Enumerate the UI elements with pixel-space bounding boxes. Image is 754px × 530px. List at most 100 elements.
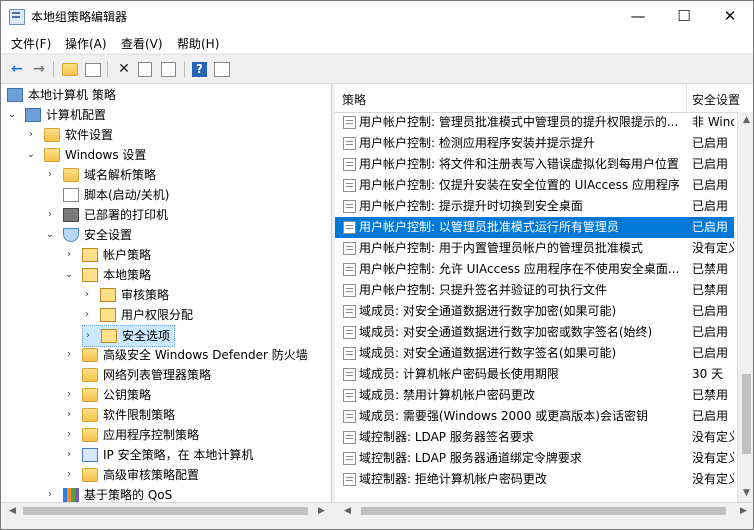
tree-node-defender-firewall[interactable]: › 高级安全 Windows Defender 防火墙 — [64, 345, 324, 365]
setting-column-header[interactable]: 安全设置 — [692, 91, 740, 108]
scroll-left-icon[interactable]: ◀ — [339, 503, 356, 520]
collapsed-caret-icon[interactable]: › — [64, 405, 74, 425]
collapsed-caret-icon[interactable]: › — [83, 326, 93, 346]
vertical-scroll-thumb[interactable] — [742, 374, 751, 454]
policy-row[interactable]: 用户帐户控制: 仅提升安装在安全位置的 UIAccess 应用程序 已启用 — [335, 175, 734, 196]
collapsed-caret-icon[interactable]: › — [45, 165, 55, 185]
scroll-right-icon[interactable]: ▶ — [313, 503, 330, 520]
folder-icon — [82, 468, 98, 482]
vertical-scrollbar[interactable]: ▲ ▼ — [737, 112, 753, 502]
policy-row[interactable]: 域成员: 计算机帐户密码最长使用期限 30 天 — [335, 364, 734, 385]
scroll-right-icon[interactable]: ▶ — [735, 503, 752, 520]
policy-column-header[interactable]: 策略 — [342, 91, 366, 108]
menu-action[interactable]: 操作(A) — [65, 35, 107, 52]
tree-node-software-restriction[interactable]: › 软件限制策略 — [64, 405, 324, 425]
collapsed-caret-icon[interactable]: › — [64, 465, 74, 485]
up-folder-icon[interactable] — [62, 63, 78, 76]
export-list-icon[interactable] — [161, 62, 176, 77]
scroll-down-icon[interactable]: ▼ — [738, 485, 753, 502]
show-hide-tree-icon[interactable] — [85, 63, 101, 77]
policy-row[interactable]: 用户帐户控制: 检测应用程序安装并提示提升 已启用 — [335, 133, 734, 154]
policy-row[interactable]: 域成员: 禁用计算机帐户密码更改 已禁用 — [335, 385, 734, 406]
tree-node-user-rights[interactable]: › 用户权限分配 — [82, 305, 322, 325]
policy-row[interactable]: 用户帐户控制: 将文件和注册表写入错误虚拟化到每用户位置 已启用 — [335, 154, 734, 175]
right-horizontal-scroll-thumb[interactable] — [361, 507, 726, 515]
console-tree[interactable]: 本地计算机 策略 ⌄ 计算机配置 › 软件设置 ⌄ Windows 设置 › 域… — [1, 84, 332, 502]
tree-node-ip-security[interactable]: › IP 安全策略，在 本地计算机 — [64, 445, 324, 465]
security-icon — [63, 228, 79, 242]
tree-node-advanced-audit[interactable]: › 高级审核策略配置 — [64, 465, 324, 485]
policy-row[interactable]: 用户帐户控制: 管理员批准模式中管理员的提升权限提示的...非 Windows — [335, 112, 734, 133]
expanded-caret-icon[interactable]: ⌄ — [7, 105, 17, 125]
column-divider[interactable] — [686, 84, 687, 112]
ip-security-icon — [82, 448, 98, 462]
collapsed-caret-icon[interactable]: › — [45, 485, 55, 502]
tree-node-security-settings[interactable]: ⌄ 安全设置 — [45, 225, 325, 245]
list-header: 策略 安全设置 — [335, 84, 753, 113]
tree-node-computer-config[interactable]: ⌄ 计算机配置 — [7, 105, 327, 125]
policy-list-pane[interactable]: 策略 安全设置 用户帐户控制: 管理员批准模式中管理员的提升权限提示的... 非 … — [335, 84, 753, 502]
policy-row[interactable]: 域成员: 对安全通道数据进行数字加密(如果可能) 已启用 — [335, 301, 734, 322]
toolbar-separator — [184, 61, 185, 77]
expanded-caret-icon[interactable]: ⌄ — [64, 265, 74, 285]
collapsed-caret-icon[interactable]: › — [26, 125, 36, 145]
minimize-button[interactable]: — — [615, 1, 661, 31]
tree-node-policy-qos[interactable]: › 基于策略的 QoS — [45, 485, 325, 502]
computer-icon — [7, 88, 23, 102]
left-horizontal-scroll-thumb[interactable] — [23, 507, 308, 515]
collapsed-caret-icon[interactable]: › — [64, 345, 74, 365]
policy-row[interactable]: 域成员: 对安全通道数据进行数字签名(如果可能) 已启用 — [335, 343, 734, 364]
collapsed-caret-icon[interactable]: › — [64, 425, 74, 445]
horizontal-scrollbar[interactable]: ◀ ▶ ◀ ▶ — [1, 502, 753, 520]
back-icon[interactable]: ← — [8, 60, 26, 78]
tree-node-security-options[interactable]: › 安全选项 — [82, 325, 175, 347]
tree-node-name-resolution-policy[interactable]: › 域名解析策略 — [45, 165, 325, 185]
console-tree-icon[interactable] — [214, 62, 230, 77]
maximize-button[interactable]: ☐ — [661, 1, 707, 31]
policy-row[interactable]: 用户帐户控制: 允许 UIAccess 应用程序在不使用安全桌面... 已禁用 — [335, 259, 734, 280]
policy-row[interactable]: 域控制器: LDAP 服务器签名要求没有定义 — [335, 427, 734, 448]
tree-node-app-control[interactable]: › 应用程序控制策略 — [64, 425, 324, 445]
collapsed-caret-icon[interactable]: › — [64, 245, 74, 265]
folder-icon — [44, 128, 60, 142]
collapsed-caret-icon[interactable]: › — [82, 305, 92, 325]
policy-row[interactable]: 用户帐户控制: 提示提升时切换到安全桌面 已启用 — [335, 196, 734, 217]
tree-node-audit-policy[interactable]: › 审核策略 — [82, 285, 322, 305]
delete-icon[interactable]: ✕ — [115, 60, 133, 78]
policy-row[interactable]: 域控制器: LDAP 服务器通道绑定令牌要求没有定义 — [335, 448, 734, 469]
close-button[interactable]: ✕ — [707, 1, 753, 31]
tree-node-software-settings[interactable]: › 软件设置 — [26, 125, 326, 145]
policy-row[interactable]: 用户帐户控制: 只提升签名并验证的可执行文件 已禁用 — [335, 280, 734, 301]
menu-view[interactable]: 查看(V) — [121, 35, 163, 52]
collapsed-caret-icon[interactable]: › — [64, 445, 74, 465]
scroll-left-icon[interactable]: ◀ — [4, 503, 21, 520]
help-icon[interactable]: ? — [192, 62, 207, 77]
tree-node-printers[interactable]: › 已部署的打印机 — [45, 205, 325, 225]
menu-help[interactable]: 帮助(H) — [177, 35, 219, 52]
tree-node-public-key-policies[interactable]: › 公钥策略 — [64, 385, 324, 405]
expanded-caret-icon[interactable]: ⌄ — [45, 225, 55, 245]
menu-file[interactable]: 文件(F) — [11, 35, 51, 52]
tree-node-network-list-policies[interactable]: 网络列表管理器策略 — [82, 365, 322, 385]
tree-node-local-policies[interactable]: ⌄ 本地策略 — [64, 265, 324, 285]
tree-node-local-policy[interactable]: 本地计算机 策略 — [7, 85, 327, 105]
expanded-caret-icon[interactable]: ⌄ — [26, 145, 36, 165]
collapsed-caret-icon[interactable]: › — [64, 385, 74, 405]
policy-row[interactable]: 域成员: 对安全通道数据进行数字加密或数字签名(始终) 已启用 — [335, 322, 734, 343]
collapsed-caret-icon[interactable]: › — [82, 285, 92, 305]
selected-policy-row[interactable]: 用户帐户控制: 以管理员批准模式运行所有管理员 已启用 — [335, 217, 734, 238]
tree-node-account-policies[interactable]: › 帐户策略 — [64, 245, 324, 265]
policy-row[interactable]: 域控制器: 拒绝计算机帐户密码更改没有定义 — [335, 469, 734, 490]
scroll-up-icon[interactable]: ▲ — [738, 112, 753, 129]
toolbar-separator — [53, 61, 54, 77]
collapsed-caret-icon[interactable]: › — [45, 205, 55, 225]
tree-node-windows-settings[interactable]: ⌄ Windows 设置 — [26, 145, 326, 165]
folder-icon — [82, 348, 98, 362]
policy-icon — [343, 137, 356, 150]
tree-node-scripts[interactable]: 脚本(启动/关机) — [63, 185, 323, 205]
policy-row[interactable]: 域成员: 需要强(Windows 2000 或更高版本)会话密钥 已启用 — [335, 406, 734, 427]
policy-row[interactable]: 用户帐户控制: 用于内置管理员帐户的管理员批准模式没有定义 — [335, 238, 734, 259]
forward-icon[interactable]: → — [30, 60, 48, 78]
properties-icon[interactable] — [138, 62, 152, 77]
policy-icon — [343, 284, 356, 297]
